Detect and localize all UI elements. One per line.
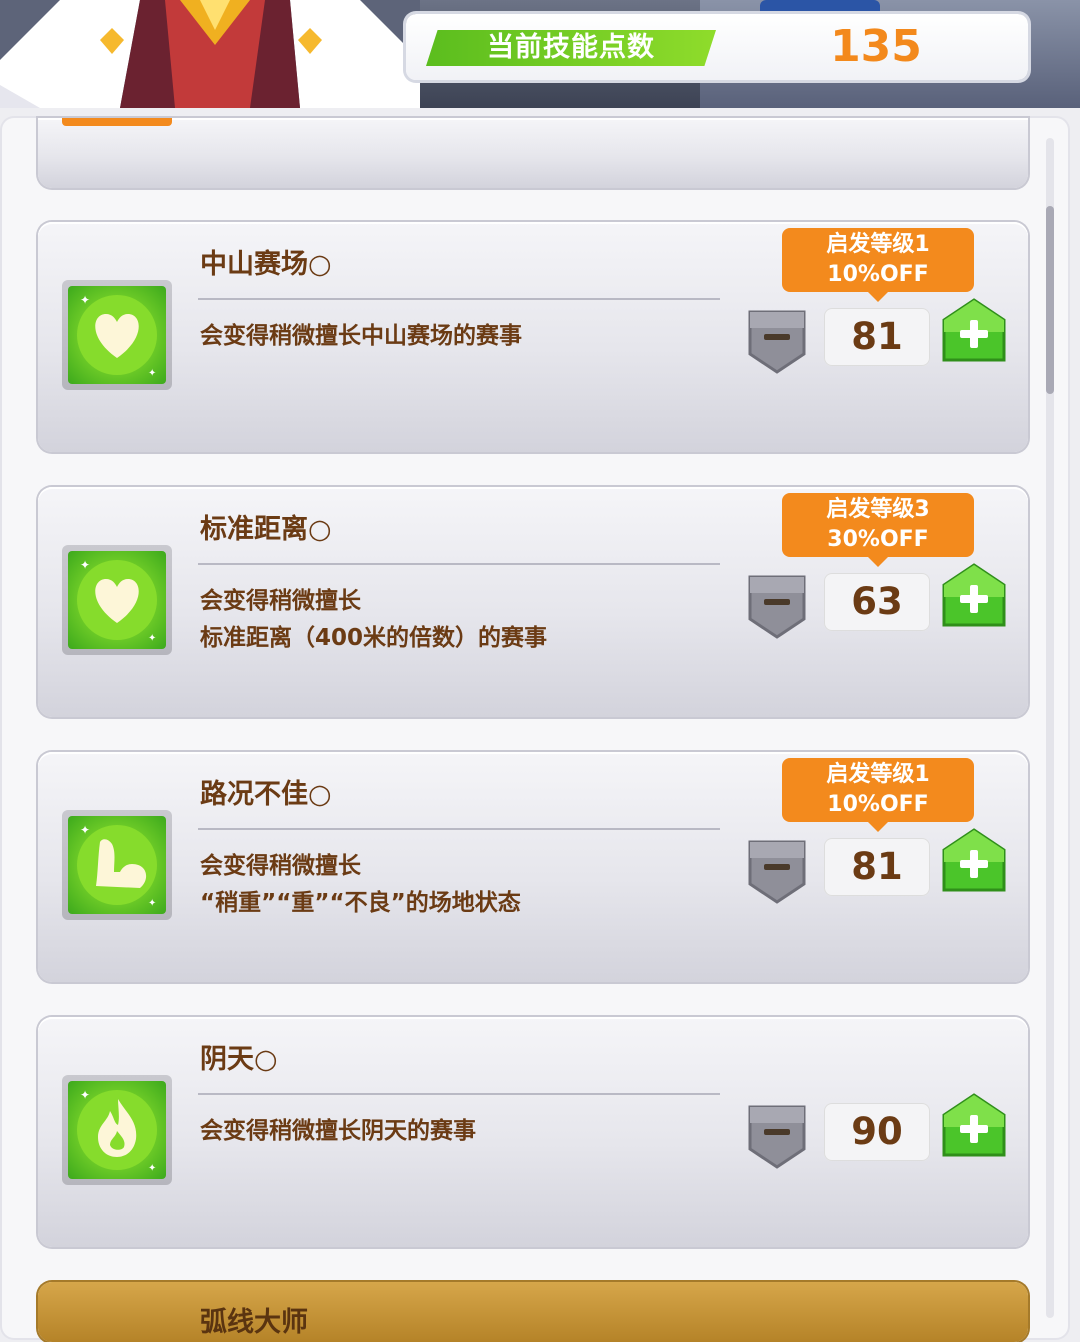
skill-name: 弧线大师 [200,1307,308,1338]
discount-percent: 10%OFF [827,262,929,287]
hint-level: 启发等级3 [826,497,930,522]
svg-text:✦: ✦ [80,293,90,307]
skill-description: 会变得稍微擅长 标准距离（400米的倍数）的赛事 [200,583,547,657]
hint-level: 启发等级1 [826,232,930,257]
skill-description-line: 会变得稍微擅长 [200,853,361,879]
divider [198,563,720,565]
skill-description-line: 会变得稍微擅长中山赛场的赛事 [200,323,522,349]
discount-badge: 启发等级1 10%OFF [782,758,974,832]
scrollbar[interactable] [1046,138,1054,1318]
divider [198,1093,720,1095]
heart-icon: ✦ ✦ [77,558,157,644]
divider [198,298,720,300]
divider [198,828,720,830]
skill-cost: 81 [824,308,930,366]
discount-percent: 30%OFF [827,527,929,552]
svg-text:✦: ✦ [148,898,156,909]
minus-icon [764,864,790,870]
skill-name: 阴天○ [200,1044,278,1075]
discount-badge: 启发等级1 10%OFF [782,228,974,302]
increase-button[interactable] [942,563,1006,633]
svg-text:✦: ✦ [148,633,156,644]
increase-button[interactable] [942,298,1006,368]
discount-badge: 启发等级3 30%OFF [782,493,974,567]
scrollbar-thumb[interactable] [1046,206,1054,394]
skill-icon-frame: ✦ ✦ [62,280,172,390]
skill-description-line: 标准距离（400米的倍数）的赛事 [200,625,548,651]
svg-text:✦: ✦ [148,368,156,379]
skill-icon-frame: ✦ ✦ [62,810,172,920]
increase-button[interactable] [942,1093,1006,1163]
skill-card[interactable]: ✦ ✦ 中山赛场○ 会变得稍微擅长中山赛场的赛事 启发等级1 10%OFF 81 [38,222,1028,452]
hint-level: 启发等级1 [826,762,930,787]
skill-card[interactable]: ✦ ✦ 阴天○ 会变得稍微擅长阴天的赛事 90 [38,1017,1028,1247]
character-portrait-image [0,0,420,108]
skill-card-partial [38,118,1028,188]
svg-text:✦: ✦ [148,1163,156,1174]
skill-icon-frame: ✦ ✦ [62,1075,172,1185]
muscle-icon: ✦ ✦ [77,823,157,909]
skill-description-line: 会变得稍微擅长 [200,588,361,614]
skill-name: 路况不佳○ [200,779,332,810]
skill-name: 标准距离○ [200,514,332,545]
decrease-button[interactable] [746,573,808,641]
svg-text:✦: ✦ [80,823,90,837]
svg-text:✦: ✦ [80,1088,90,1102]
decrease-button[interactable] [746,1103,808,1171]
skill-card-gold[interactable]: 弧线大师 [38,1282,1028,1342]
skill-name: 中山赛场○ [200,249,332,280]
skill-points-value: 135 [830,21,922,72]
skill-card[interactable]: ✦ ✦ 路况不佳○ 会变得稍微擅长 “稍重”“重”“不良”的场地状态 启发等级1… [38,752,1028,982]
skill-cost: 63 [824,573,930,631]
skill-points-panel: 当前技能点数 135 [406,14,1028,80]
svg-text:✦: ✦ [80,558,90,572]
flame-icon: ✦ ✦ [77,1088,157,1174]
skill-description: 会变得稍微擅长中山赛场的赛事 [200,318,522,355]
skill-icon-partial [62,118,172,126]
top-banner: 当前技能点数 135 [0,0,1080,108]
decrease-button[interactable] [746,838,808,906]
minus-icon [764,334,790,340]
skill-description-line: 会变得稍微擅长阴天的赛事 [200,1118,476,1144]
skill-cost: 90 [824,1103,930,1161]
decrease-button[interactable] [746,308,808,376]
skill-icon-frame: ✦ ✦ [62,545,172,655]
minus-icon [764,1129,790,1135]
skill-cost: 81 [824,838,930,896]
skill-description: 会变得稍微擅长阴天的赛事 [200,1113,476,1150]
skill-points-label: 当前技能点数 [426,30,716,66]
skill-card[interactable]: ✦ ✦ 标准距离○ 会变得稍微擅长 标准距离（400米的倍数）的赛事 启发等级3… [38,487,1028,717]
skill-description-line: “稍重”“重”“不良”的场地状态 [200,890,521,916]
increase-button[interactable] [942,828,1006,898]
minus-icon [764,599,790,605]
heart-icon: ✦ ✦ [77,293,157,379]
discount-percent: 10%OFF [827,792,929,817]
skill-description: 会变得稍微擅长 “稍重”“重”“不良”的场地状态 [200,848,521,922]
